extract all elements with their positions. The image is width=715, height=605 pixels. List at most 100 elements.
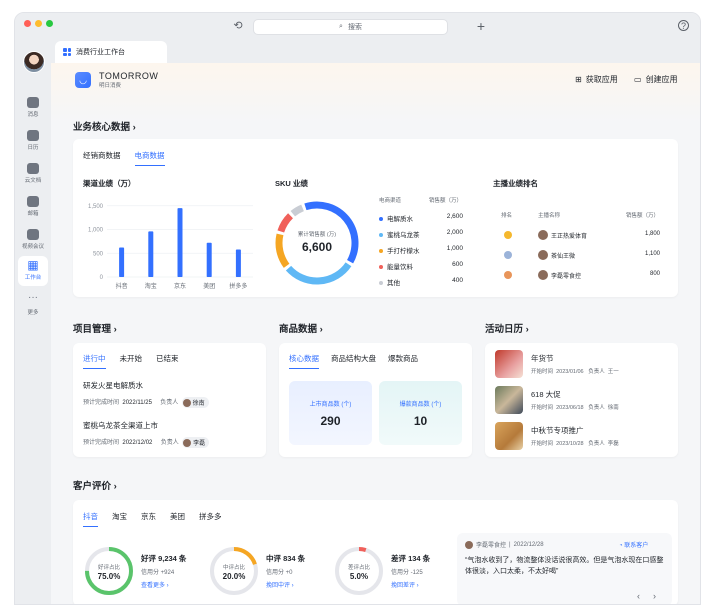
anchor-name[interactable]: 茶仙王微	[551, 251, 575, 260]
tab-dealer-data[interactable]: 经销商数据	[83, 150, 121, 166]
y-tick-label: 1,500	[88, 204, 104, 210]
owner-chip[interactable]: 徐南	[181, 397, 209, 408]
events-section-title[interactable]: 活动日历 ›	[485, 321, 529, 335]
tab-finished[interactable]: 已结束	[156, 353, 179, 369]
anchor-name[interactable]: 李磊零食控	[551, 271, 581, 280]
goods-card: 核心数据 商品结构大盘 爆款商品 上市商品数 (个) 290 爆款商品数 (个)…	[279, 343, 472, 457]
apps-icon: ⊞	[575, 75, 582, 84]
avatar	[465, 540, 473, 549]
tab-hot-products[interactable]: 爆款商品	[388, 353, 418, 369]
sku-total-label: 累计销售额 (万)	[297, 232, 337, 238]
close-window-button[interactable]	[24, 20, 31, 27]
tab-douyin[interactable]: 抖音	[83, 511, 98, 527]
anchor-name[interactable]: 王正热爱体育	[551, 231, 587, 240]
workbench-content: ◡ TOMORROW 明日消费 ⊞ 获取应用 ▭ 创建应用 业务核心数据 › 经销商…	[51, 63, 700, 604]
project-name[interactable]: 蜜桃乌龙茶全渠道上市	[83, 420, 158, 431]
brand-name: TOMORROW	[99, 71, 159, 81]
sidebar-item-messages[interactable]: 消息	[15, 97, 51, 118]
review-action-link[interactable]: 查看更多 ›	[141, 580, 169, 589]
sidebar-item-calendar[interactable]: 日历	[15, 130, 51, 151]
event-image	[495, 350, 523, 378]
search-input[interactable]: ⌕ 搜索	[253, 19, 448, 35]
tab-in-progress[interactable]: 进行中	[83, 353, 106, 369]
sidebar-item-more[interactable]: ··· 更多	[15, 293, 51, 317]
contact-customer-button[interactable]: ◔ 联系客户	[619, 540, 648, 549]
event-name[interactable]: 中秋节专项推广	[531, 425, 584, 436]
projects-section-title[interactable]: 项目管理 ›	[73, 321, 117, 335]
sidebar-item-mail[interactable]: 邮箱	[15, 196, 51, 217]
history-icon[interactable]: ⟲	[230, 18, 246, 34]
video-icon	[27, 229, 39, 240]
chevron-right-icon: ›	[132, 122, 136, 133]
legend-swatch	[379, 249, 383, 254]
prev-comment-button[interactable]: ‹	[637, 591, 640, 601]
event-meta: 开始时间 2023/01/06 负责人 王一	[531, 369, 619, 375]
tab-jd[interactable]: 京东	[141, 511, 156, 527]
tab-meituan[interactable]: 美团	[170, 511, 185, 527]
tab-bar: 消费行业工作台	[51, 41, 700, 63]
brand: ◡ TOMORROW 明日消费	[75, 71, 158, 89]
headset-icon: ◔	[619, 543, 623, 549]
help-icon[interactable]: ?	[678, 20, 689, 31]
business-section-title[interactable]: 业务核心数据 ›	[73, 119, 136, 133]
project-name[interactable]: 研发火星电解质水	[83, 380, 143, 391]
sku-value: 2,000	[446, 229, 463, 236]
tab-ecommerce-data[interactable]: 电商数据	[134, 150, 165, 166]
doc-icon	[27, 163, 39, 174]
channel-bar-chart: 0 500 1,000 1,500 抖音 淘宝 京东 美团 拼多多	[88, 204, 253, 290]
tab-structure[interactable]: 商品结构大盘	[331, 353, 376, 369]
create-app-button[interactable]: ▭ 创建应用	[634, 74, 678, 85]
anchor-col-rank: 排名	[501, 213, 513, 219]
review-ring: 好评占比75.0%	[85, 547, 133, 595]
brand-subtitle: 明日消费	[99, 83, 122, 89]
maximize-window-button[interactable]	[46, 20, 53, 27]
credit-score: 信用分 -125	[391, 570, 423, 576]
project-meta: 预计完成时间 2022/12/02 负责人 李磊	[83, 437, 210, 448]
sku-name: 其他	[387, 280, 400, 287]
sku-value: 400	[452, 277, 463, 284]
x-tick-label: 抖音	[116, 282, 128, 290]
owner-chip[interactable]: 李磊	[182, 437, 210, 448]
comment-header: 李磊零食控 | 2022/12/28	[465, 540, 544, 549]
get-app-button[interactable]: ⊞ 获取应用	[575, 74, 618, 85]
sku-legend-item: 电解质水	[379, 213, 413, 223]
avatar	[538, 230, 548, 240]
anchor-col-sales: 销售额（万）	[626, 213, 660, 219]
events-card: 年货节 开始时间 2023/01/06 负责人 王一 618 大促 开始时间 2…	[485, 343, 678, 457]
sku-legend-item: 其他	[379, 277, 400, 287]
avatar[interactable]	[23, 51, 45, 73]
tab-workbench[interactable]: 消费行业工作台	[55, 41, 167, 63]
review-action-link[interactable]: 挽回差评 ›	[391, 580, 419, 589]
x-tick-label: 淘宝	[145, 282, 157, 290]
sidebar-item-docs[interactable]: 云文档	[15, 163, 51, 184]
apps-icon: ▦	[27, 258, 39, 272]
sidebar-item-video[interactable]: 视频会议	[15, 229, 51, 250]
reviews-section-title[interactable]: 客户评价 ›	[73, 478, 117, 492]
sku-name: 蜜桃乌龙茶	[387, 232, 420, 239]
tab-taobao[interactable]: 淘宝	[112, 511, 127, 527]
sku-col-channel: 电商渠道	[379, 198, 402, 204]
event-name[interactable]: 618 大促	[531, 389, 561, 400]
goods-section-title[interactable]: 商品数据 ›	[279, 321, 323, 335]
medal-icon	[504, 231, 512, 239]
channel-chart-title: 渠道业绩（万）	[83, 179, 136, 188]
chevron-right-icon: ›	[113, 481, 117, 492]
tab-not-started[interactable]: 未开始	[120, 353, 143, 369]
tab-core-data[interactable]: 核心数据	[289, 353, 319, 369]
review-ring: 中评占比20.0%	[210, 547, 258, 595]
minimize-window-button[interactable]	[35, 20, 42, 27]
sidebar-item-workbench[interactable]: ▦ 工作台	[18, 256, 48, 286]
anchor-ranking-title: 主播业绩排名	[493, 179, 538, 188]
chevron-right-icon: ›	[113, 324, 117, 335]
next-comment-button[interactable]: ›	[653, 591, 656, 601]
anchor-col-name: 主播名称	[538, 213, 561, 219]
app-window: ⟲ ⌕ 搜索 + ? 消息 日历 云文档 邮箱 视频会议 ▦ 工作台 ··· 更多 …	[14, 12, 701, 605]
comment-text: “气泡水收到了，物流整体没话说很高效。但是气泡水现在口感整体很淡，入口太柔，不太…	[465, 557, 664, 575]
add-icon[interactable]: +	[473, 18, 489, 34]
event-name[interactable]: 年货节	[531, 353, 554, 364]
tab-pinduoduo[interactable]: 拼多多	[199, 511, 222, 527]
avatar	[182, 398, 191, 407]
review-action-link[interactable]: 挽回中评 ›	[266, 580, 294, 589]
event-meta: 开始时间 2023/10/28 负责人 李磊	[531, 441, 619, 447]
legend-swatch	[379, 281, 383, 286]
